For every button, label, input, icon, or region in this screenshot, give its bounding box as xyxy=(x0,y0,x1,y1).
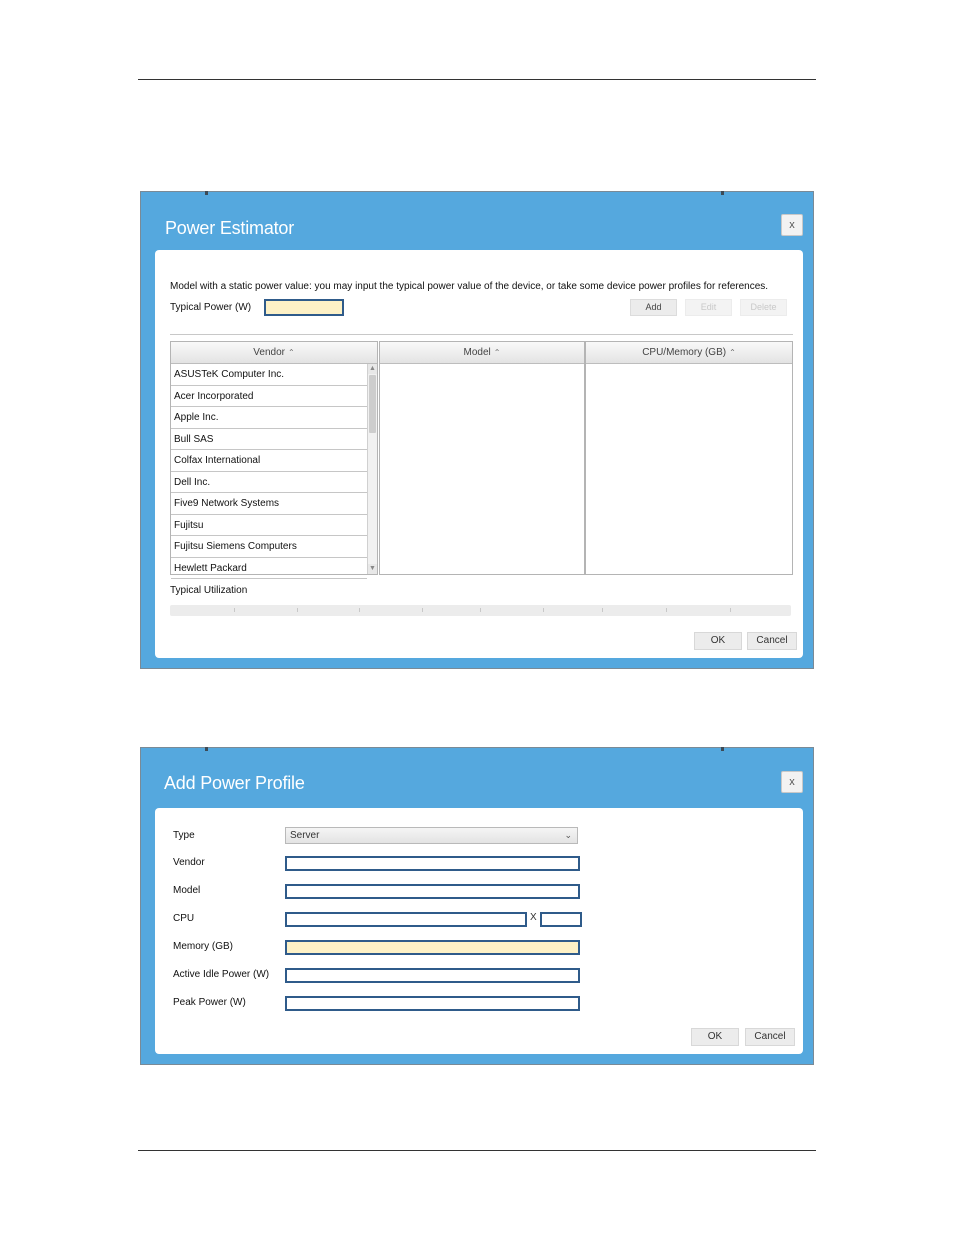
vendor-list-item[interactable]: Fujitsu xyxy=(171,515,367,536)
slider-tick xyxy=(543,608,544,612)
header-rule xyxy=(138,79,816,80)
slider-tick xyxy=(602,608,603,612)
cancel-button[interactable]: Cancel xyxy=(747,632,797,650)
caret-up-icon: ⌃ xyxy=(729,348,736,357)
slider-tick xyxy=(666,608,667,612)
typical-power-input[interactable] xyxy=(264,299,344,316)
vendor-label: Vendor xyxy=(173,857,205,868)
frame-edge-mark xyxy=(721,747,724,751)
slider-tick xyxy=(234,608,235,612)
section-divider xyxy=(170,334,793,335)
vendor-list-item[interactable]: Colfax International xyxy=(171,450,367,472)
vendor-list-item[interactable]: Hewlett Packard xyxy=(171,558,367,579)
model-column-header[interactable]: Model ⌃ xyxy=(380,342,584,364)
dialog-title: Add Power Profile xyxy=(164,773,305,793)
vendor-list-item[interactable]: Dell Inc. xyxy=(171,472,367,493)
active-idle-power-label: Active Idle Power (W) xyxy=(173,969,270,980)
peak-power-label: Peak Power (W) xyxy=(173,997,246,1008)
frame-edge-mark xyxy=(205,191,208,195)
vendor-input[interactable] xyxy=(285,856,580,871)
memory-label: Memory (GB) xyxy=(173,941,233,952)
cpu-count-input[interactable] xyxy=(540,912,582,927)
active-idle-power-input[interactable] xyxy=(285,968,580,983)
vendor-list-item[interactable]: Acer Incorporated xyxy=(171,386,367,407)
close-button[interactable]: x xyxy=(781,771,803,793)
scrollbar-thumb[interactable] xyxy=(369,375,376,433)
close-button[interactable]: x xyxy=(781,214,803,236)
slider-tick xyxy=(730,608,731,612)
vendor-list-item[interactable]: Five9 Network Systems xyxy=(171,493,367,515)
vendor-list-item[interactable]: Apple Inc. xyxy=(171,407,367,429)
vendor-scrollbar[interactable]: ▲ ▼ xyxy=(367,364,377,574)
slider-tick xyxy=(480,608,481,612)
slider-tick xyxy=(359,608,360,612)
scroll-up-icon[interactable]: ▲ xyxy=(368,364,377,374)
chevron-down-icon: ⌄ xyxy=(564,830,572,840)
ok-button[interactable]: OK xyxy=(694,632,742,650)
slider-tick xyxy=(422,608,423,612)
vendor-header-label: Vendor xyxy=(253,347,285,358)
dialog-body: Type Server ⌄ Vendor Model CPU X Memory (… xyxy=(155,808,803,1054)
typical-utilization-label: Typical Utilization xyxy=(170,585,248,596)
delete-button[interactable]: Delete xyxy=(740,299,787,316)
vendor-grid: Vendor ⌃ ASUSTeK Computer Inc. Acer Incorp… xyxy=(170,341,378,579)
model-label: Model xyxy=(173,885,201,896)
peak-power-input[interactable] xyxy=(285,996,580,1011)
caret-up-icon: ⌃ xyxy=(288,348,295,357)
cpu-multiplier-label: X xyxy=(530,912,537,923)
caret-up-icon: ⌃ xyxy=(493,348,501,357)
cpu-memory-column-header[interactable]: CPU/Memory (GB) ⌃ xyxy=(586,342,792,364)
typical-power-label: Typical Power (W) xyxy=(170,302,252,313)
cpu-memory-grid: CPU/Memory (GB) ⌃ xyxy=(585,341,793,575)
type-label: Type xyxy=(173,830,195,841)
cpu-input[interactable] xyxy=(285,912,527,927)
frame-edge-mark xyxy=(721,191,724,195)
add-button[interactable]: Add xyxy=(630,299,677,316)
cpu-memory-header-label: CPU/Memory (GB) xyxy=(642,347,727,358)
type-select-value: Server xyxy=(290,830,320,841)
power-estimator-dialog: Power Estimator x Model with a static po… xyxy=(140,191,814,669)
memory-input[interactable] xyxy=(285,940,580,955)
vendor-column-header[interactable]: Vendor ⌃ xyxy=(171,342,377,364)
dialog-body: Model with a static power value: you may… xyxy=(155,250,803,658)
footer-rule xyxy=(138,1150,816,1151)
edit-button[interactable]: Edit xyxy=(685,299,732,316)
vendor-list-item[interactable]: Fujitsu Siemens Computers xyxy=(171,536,367,558)
cancel-button[interactable]: Cancel xyxy=(745,1028,795,1046)
type-select[interactable]: Server ⌄ xyxy=(285,827,578,844)
model-grid: Model ⌃ xyxy=(379,341,585,575)
model-header-label: Model xyxy=(463,347,491,358)
typical-utilization-slider[interactable] xyxy=(170,605,791,616)
scroll-down-icon[interactable]: ▼ xyxy=(368,564,377,574)
model-input[interactable] xyxy=(285,884,580,899)
frame-edge-mark xyxy=(205,747,208,751)
add-power-profile-dialog: Add Power Profile x Type Server ⌄ Vendor … xyxy=(140,747,814,1065)
ok-button[interactable]: OK xyxy=(691,1028,739,1046)
vendor-list: ASUSTeK Computer Inc. Acer Incorporated Ap… xyxy=(171,364,377,579)
cpu-label: CPU xyxy=(173,913,195,924)
vendor-list-item[interactable]: ASUSTeK Computer Inc. xyxy=(171,364,367,386)
info-text: Model with a static power value: you may… xyxy=(170,281,769,292)
dialog-title: Power Estimator xyxy=(165,218,295,238)
vendor-list-item[interactable]: Bull SAS xyxy=(171,429,367,450)
slider-tick xyxy=(297,608,298,612)
